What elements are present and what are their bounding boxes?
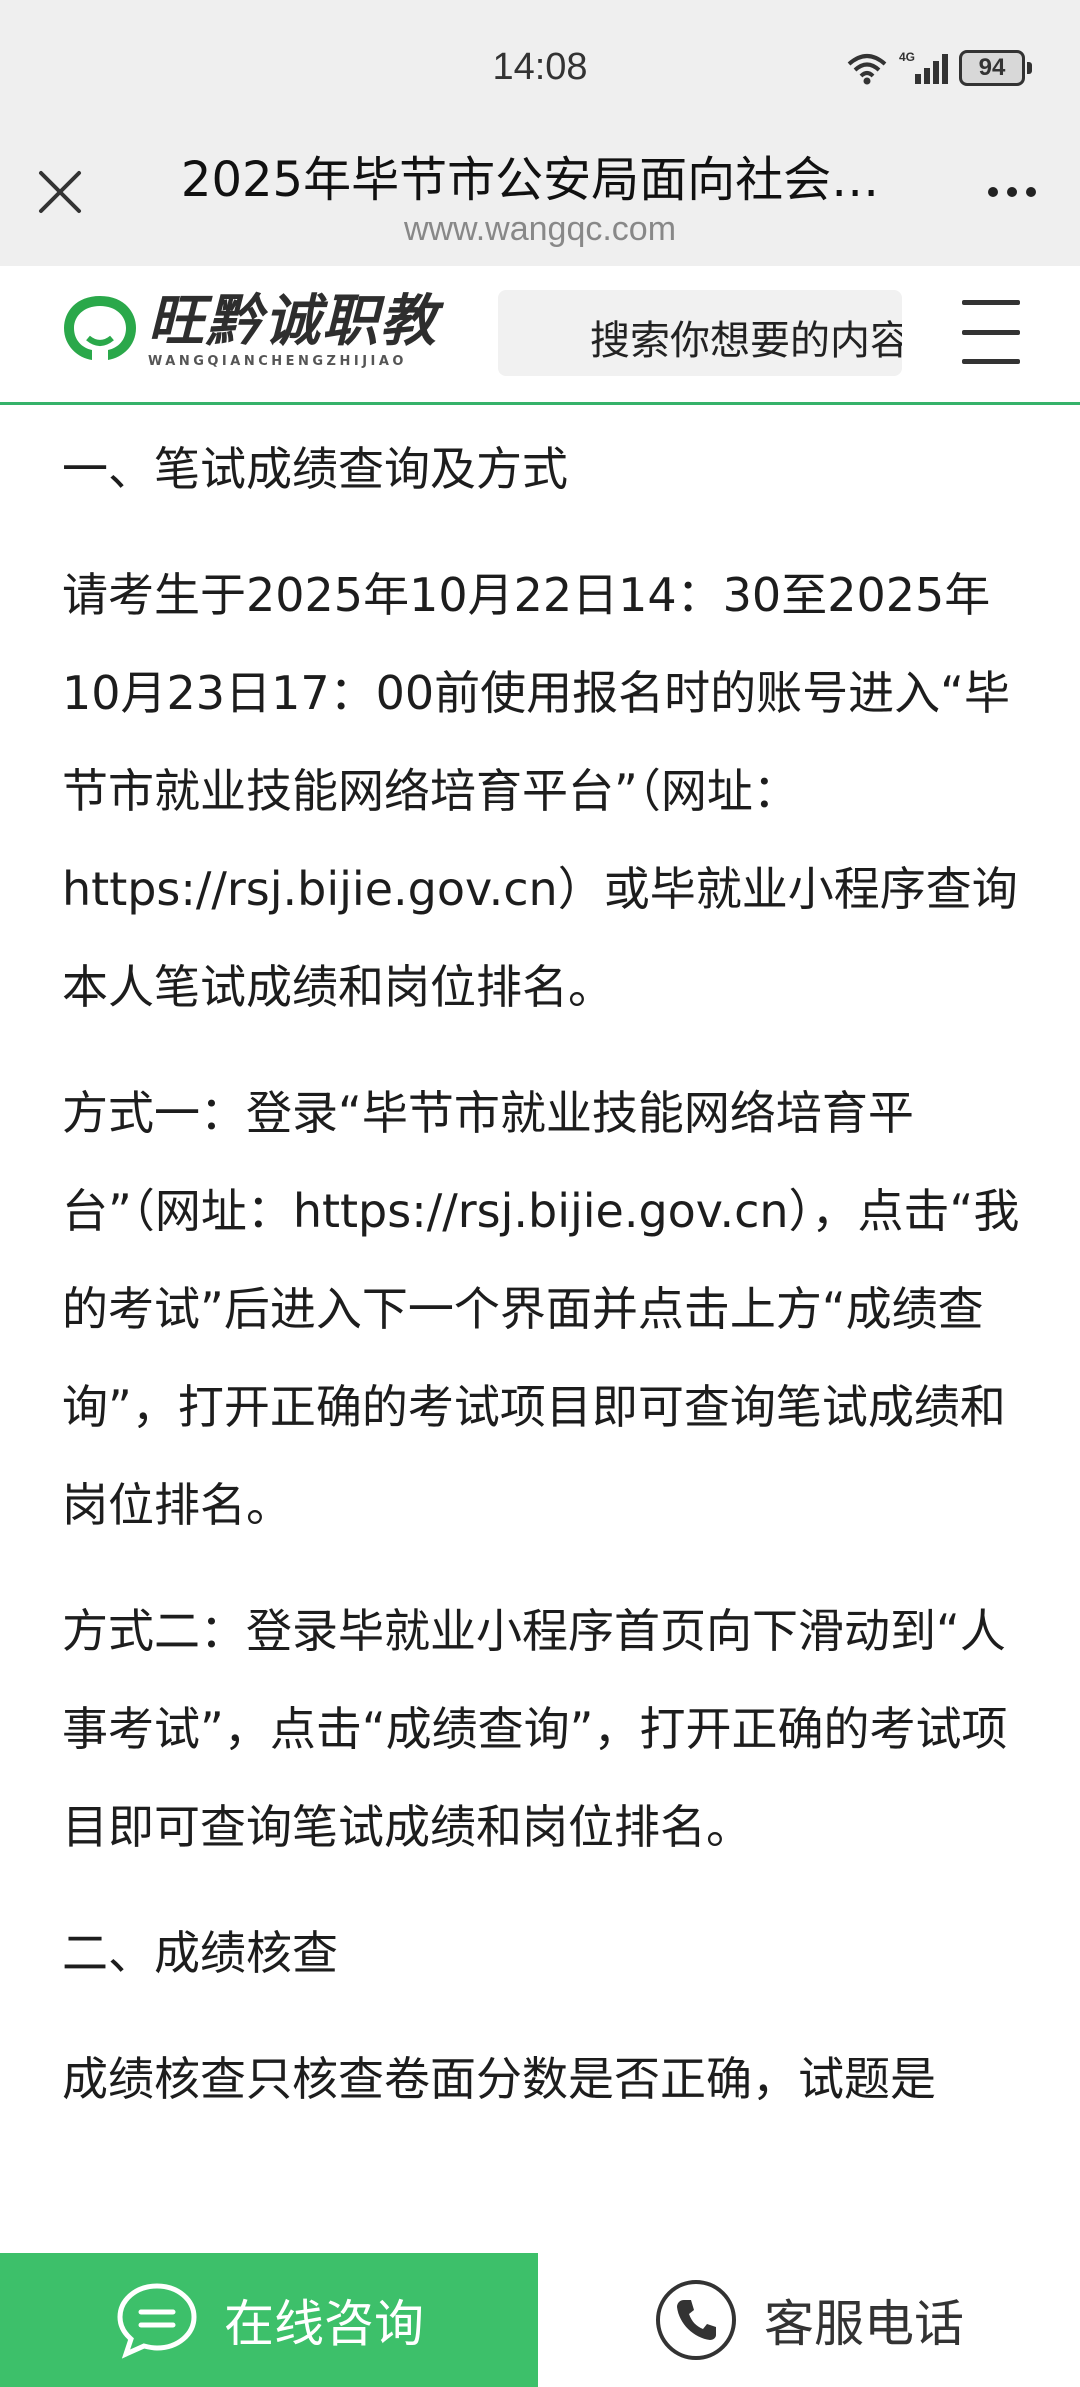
site-logo[interactable]: 旺黔诚职教 WANGQIANCHENGZHIJIAO (58, 290, 438, 370)
paragraph: 方式一：登录“毕节市就业技能网络培育平台”（网址：https://rsj.bij… (62, 1086, 1020, 1532)
customer-service-phone-button[interactable]: 客服电话 (538, 2253, 1080, 2387)
status-bar: 14:08 4G 94 (0, 0, 1080, 110)
page-title: 2025年毕节市公安局面向社会… (180, 152, 880, 208)
bottom-bar: 在线咨询 客服电话 (0, 2253, 1080, 2387)
menu-button[interactable] (962, 300, 1020, 364)
battery-level: 94 (959, 50, 1025, 86)
menu-icon (962, 300, 1020, 305)
close-icon (39, 171, 81, 213)
search-placeholder: 搜索你想要的内容 (590, 318, 902, 364)
search-input[interactable]: 搜索你想要的内容 (498, 290, 902, 376)
page-url: www.wangqc.com (403, 210, 677, 248)
paragraph: 方式二：登录毕就业小程序首页向下滑动到“人事考试”，点击“成绩查询”，打开正确的… (62, 1604, 1008, 1854)
signal-icon: 4G (899, 50, 948, 84)
wifi-icon (847, 54, 887, 85)
section-heading: 一、笔试成绩查询及方式 (62, 442, 568, 496)
more-button[interactable] (972, 160, 1052, 224)
online-consult-button[interactable]: 在线咨询 (0, 2253, 538, 2387)
browser-chrome: 14:08 4G 94 2025年毕节市公安局面向社会… www.wangqc.… (0, 0, 1080, 266)
paragraph: 请考生于2025年10月22日14：30至2025年10月23日17：00前使用… (62, 568, 1018, 1014)
online-consult-label: 在线咨询 (224, 2295, 424, 2353)
network-type: 4G (899, 50, 915, 64)
customer-service-phone-label: 客服电话 (764, 2295, 964, 2353)
phone-icon (656, 2280, 736, 2360)
close-button[interactable] (28, 160, 92, 224)
section-heading: 二、成绩核查 (62, 1926, 338, 1980)
more-icon (988, 187, 998, 197)
logo-title: 旺黔诚职教 (148, 288, 438, 354)
chat-icon (117, 2283, 197, 2359)
status-icons: 4G 94 (845, 50, 1032, 86)
logo-subtitle: WANGQIANCHENGZHIJIAO (148, 353, 407, 369)
battery-icon: 94 (959, 50, 1032, 86)
article-content: 一、笔试成绩查询及方式 请考生于2025年10月22日14：30至2025年10… (62, 420, 1022, 2128)
paragraph: 成绩核查只核查卷面分数是否正确，试题是 (62, 2052, 936, 2106)
logo-icon (64, 296, 136, 360)
